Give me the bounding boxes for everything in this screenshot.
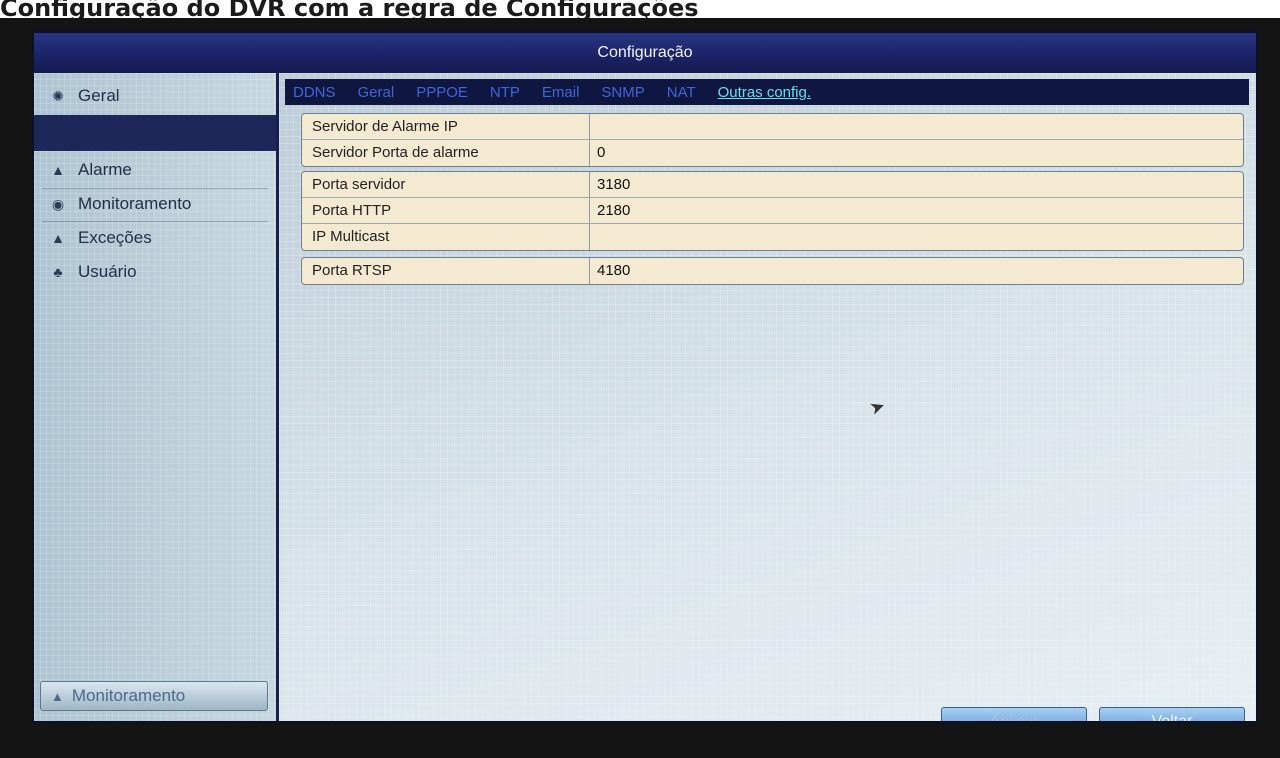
server-port-input[interactable]: 3180 bbox=[590, 172, 1243, 197]
field-label: Porta HTTP bbox=[302, 198, 590, 223]
sidebar-item-monitoramento[interactable]: ◉ Monitoramento bbox=[34, 187, 276, 221]
tab-email[interactable]: Email bbox=[542, 84, 580, 101]
apply-button[interactable]: Aplicar bbox=[941, 707, 1087, 721]
field-label: Servidor Porta de alarme bbox=[302, 140, 590, 166]
tab-ntp[interactable]: NTP bbox=[490, 84, 520, 101]
sidebar-item-label: Alarme bbox=[78, 160, 132, 179]
mouse-cursor-icon: ➤ bbox=[866, 395, 888, 420]
sidebar-item-alarme[interactable]: ▲ Alarme bbox=[34, 153, 276, 187]
alarm-server-ip-input[interactable] bbox=[590, 114, 1243, 139]
tab-outras-config[interactable]: Outras config. bbox=[718, 84, 811, 101]
settings-group-rtsp: Porta RTSP 4180 bbox=[301, 257, 1244, 285]
sidebar-item-geral[interactable]: ✺ Geral bbox=[34, 79, 276, 113]
table-row: Porta HTTP 2180 bbox=[302, 198, 1243, 224]
tab-pppoe[interactable]: PPPOE bbox=[416, 84, 468, 101]
table-row: Servidor de Alarme IP bbox=[302, 114, 1243, 140]
warning-icon: ▲ bbox=[51, 230, 65, 246]
tab-nat[interactable]: NAT bbox=[667, 84, 696, 101]
multicast-ip-input[interactable] bbox=[590, 224, 1243, 250]
sidebar-item-excecoes[interactable]: ▲ Exceções bbox=[34, 221, 276, 255]
settings-group-ports: Porta servidor 3180 Porta HTTP 2180 IP M… bbox=[301, 171, 1244, 251]
sidebar-selected-empty[interactable] bbox=[34, 115, 276, 151]
home-icon: ▲ bbox=[51, 688, 64, 704]
tab-bar: DDNS Geral PPPOE NTP Email SNMP NAT Outr… bbox=[285, 79, 1249, 105]
bell-icon: ▲ bbox=[51, 162, 65, 178]
gear-icon: ✺ bbox=[52, 87, 64, 104]
dvr-screen: Configuração ✺ Geral ▲ Alarme ◉ Monitora… bbox=[32, 31, 1258, 723]
settings-group-alarm: Servidor de Alarme IP Servidor Porta de … bbox=[301, 113, 1244, 167]
monitoramento-button-label: Monitoramento bbox=[71, 686, 186, 705]
back-button[interactable]: Voltar bbox=[1099, 707, 1245, 721]
table-row: Porta servidor 3180 bbox=[302, 172, 1243, 198]
field-label: IP Multicast bbox=[302, 224, 590, 250]
sidebar-item-label: Geral bbox=[78, 86, 120, 105]
http-port-input[interactable]: 2180 bbox=[590, 198, 1243, 223]
table-row: IP Multicast bbox=[302, 224, 1243, 250]
table-row: Servidor Porta de alarme 0 bbox=[302, 140, 1243, 166]
window-title: Configuração bbox=[34, 33, 1256, 73]
eye-icon: ◉ bbox=[51, 195, 65, 212]
users-icon: ♣ bbox=[53, 264, 63, 280]
monitoramento-button[interactable]: ▲ Monitoramento bbox=[40, 681, 268, 711]
table-row: Porta RTSP 4180 bbox=[302, 258, 1243, 284]
tab-ddns[interactable]: DDNS bbox=[293, 84, 336, 101]
sidebar: ✺ Geral ▲ Alarme ◉ Monitoramento ▲ Exceç… bbox=[34, 73, 279, 721]
tab-geral[interactable]: Geral bbox=[358, 84, 395, 101]
alarm-port-input[interactable]: 0 bbox=[590, 140, 1243, 166]
sidebar-item-label: Monitoramento bbox=[78, 194, 192, 213]
field-label: Servidor de Alarme IP bbox=[302, 114, 590, 139]
field-label: Porta RTSP bbox=[302, 258, 590, 284]
sidebar-item-label: Exceções bbox=[78, 228, 152, 247]
main-panel: DDNS Geral PPPOE NTP Email SNMP NAT Outr… bbox=[279, 73, 1256, 721]
sidebar-item-usuario[interactable]: ♣ Usuário bbox=[34, 255, 276, 289]
field-label: Porta servidor bbox=[302, 172, 590, 197]
sidebar-item-label: Usuário bbox=[78, 262, 137, 281]
tab-snmp[interactable]: SNMP bbox=[601, 84, 644, 101]
rtsp-port-input[interactable]: 4180 bbox=[590, 258, 1243, 284]
